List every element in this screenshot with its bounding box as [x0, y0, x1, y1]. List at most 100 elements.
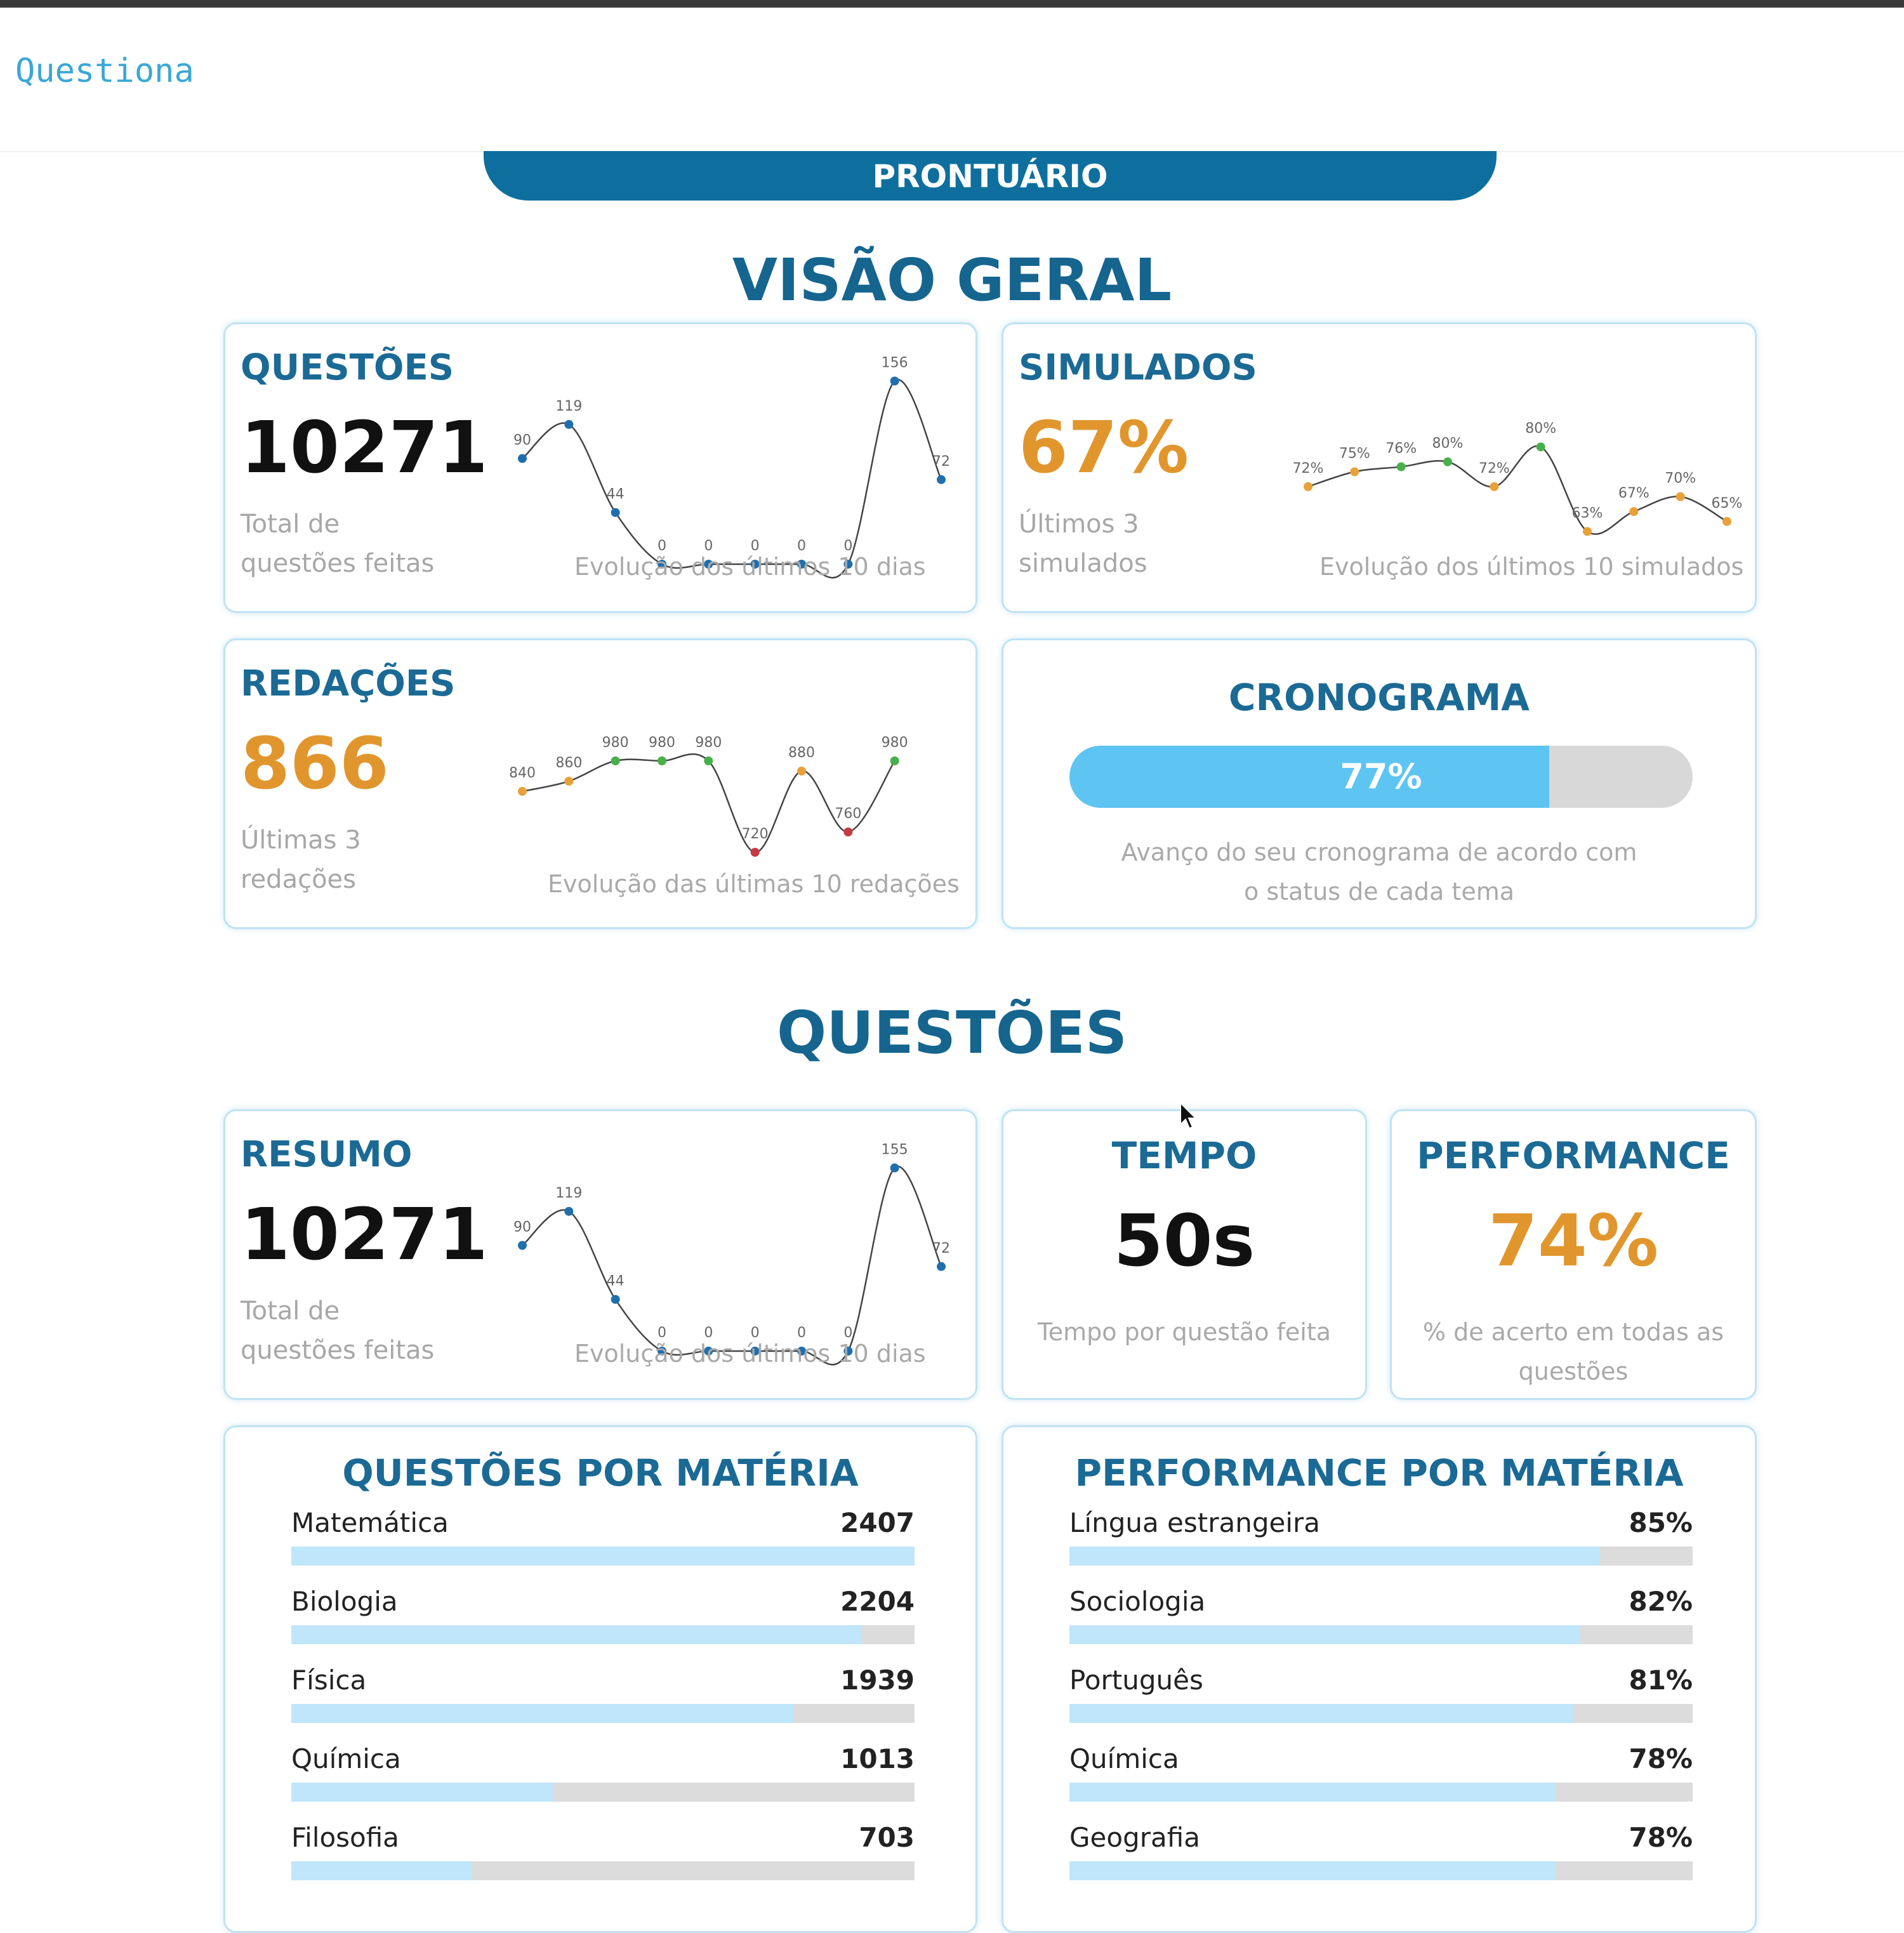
card-subtitle-line2: simulados [1019, 549, 1147, 578]
data-point [704, 756, 713, 765]
card-subtitle-line1: Avanço do seu cronograma de acordo com [1121, 838, 1637, 866]
data-label: 76% [1385, 441, 1417, 457]
data-point [518, 1241, 527, 1250]
redacoes-score: 866 [241, 723, 389, 805]
subject-bar-fill [1069, 1704, 1575, 1723]
subject-row: Geografia 78% [1069, 1822, 1693, 1883]
data-label: 0 [658, 1325, 666, 1341]
data-label: 880 [788, 745, 815, 761]
subject-name: Português [1069, 1665, 1203, 1696]
chart-caption: Evolução dos últimos 10 simulados [1319, 553, 1744, 581]
data-point [518, 787, 527, 796]
chart-caption: Evolução dos últimos 10 dias [574, 553, 926, 581]
subject-value: 1013 [840, 1743, 915, 1774]
resumo-sparkline: 90 119 44 0 0 0 0 0 155 72 [513, 1142, 950, 1366]
subject-bar-track [291, 1625, 915, 1644]
data-label: 980 [695, 735, 722, 751]
chart-caption: Evolução dos últimos 10 dias [574, 1340, 926, 1368]
data-point [611, 756, 620, 765]
subject-bar-fill [1069, 1625, 1581, 1644]
data-label: 980 [602, 735, 629, 751]
data-label: 80% [1432, 436, 1464, 452]
data-point [797, 767, 806, 775]
data-point [1583, 527, 1592, 536]
subject-row: Português 81% [1069, 1665, 1693, 1725]
data-label: 155 [882, 1142, 908, 1158]
subject-bar-fill [291, 1783, 553, 1802]
cronograma-card: CRONOGRAMA 77% Avanço do seu cronograma … [1002, 638, 1757, 929]
card-title: QUESTÕES POR MATÉRIA [342, 1451, 859, 1494]
subject-bar-fill [1069, 1547, 1599, 1566]
card-title: TEMPO [1111, 1134, 1257, 1177]
data-point [890, 376, 899, 386]
data-label: 720 [742, 826, 769, 842]
subject-name: Geografia [1069, 1822, 1200, 1853]
subject-value: 2204 [840, 1586, 915, 1617]
subject-bar-track [291, 1547, 915, 1566]
subject-bar-fill [291, 1547, 915, 1566]
data-point [1490, 482, 1499, 491]
subject-bar-fill [291, 1625, 862, 1644]
data-point [1629, 507, 1639, 517]
card-subtitle-line2: questões feitas [241, 1336, 435, 1365]
data-label: 70% [1665, 471, 1696, 487]
subject-name: Física [291, 1665, 367, 1696]
card-subtitle-line2: redações [241, 865, 356, 894]
subject-bar-track [1069, 1625, 1693, 1644]
resumo-total: 10271 [241, 1194, 488, 1276]
subject-bar-track [1069, 1547, 1693, 1566]
subject-row: Biologia 2204 [291, 1586, 915, 1647]
card-subtitle-line2: questões feitas [241, 549, 435, 578]
data-label: 75% [1339, 445, 1370, 461]
card-subtitle-line1: % de acerto em todas as [1422, 1318, 1724, 1346]
card-title: PERFORMANCE [1417, 1134, 1730, 1177]
card-subtitle-line1: Últimos 3 [1019, 510, 1139, 539]
data-label: 760 [835, 806, 861, 822]
data-point [890, 1163, 899, 1173]
data-label: 72 [932, 1241, 950, 1257]
data-label: 90 [513, 433, 531, 449]
card-title: RESUMO [241, 1134, 413, 1175]
questoes-card: QUESTÕES 10271 Total de questões feitas … [223, 322, 977, 613]
data-label: 840 [509, 765, 536, 781]
subject-value: 1939 [840, 1665, 915, 1696]
subject-value: 78% [1629, 1822, 1693, 1853]
resumo-card: RESUMO 10271 Total de questões feitas 90… [223, 1109, 977, 1400]
subject-row: Filosofia 703 [291, 1822, 915, 1883]
data-point [564, 419, 574, 429]
tempo-card: TEMPO 50s Tempo por questão feita [1002, 1109, 1367, 1400]
brand-logo[interactable]: Questiona [15, 52, 194, 90]
subject-bar-track [291, 1704, 915, 1723]
data-point [658, 756, 666, 765]
subject-name: Química [291, 1743, 401, 1774]
data-point [890, 756, 899, 765]
data-label: 860 [555, 755, 582, 771]
subject-row: Matemática 2407 [291, 1507, 915, 1568]
data-label: 72% [1479, 461, 1510, 477]
data-point [1722, 517, 1731, 526]
data-point [564, 1206, 574, 1216]
card-subtitle-line2: o status de cada tema [1244, 878, 1514, 906]
progress-label: 77% [1340, 756, 1422, 796]
series-line [1307, 445, 1728, 535]
subject-name: Língua estrangeira [1069, 1507, 1321, 1538]
questoes-sparkline: 90 119 44 0 0 0 0 0 156 72 [513, 355, 950, 579]
data-point [1396, 462, 1406, 472]
data-point [518, 454, 527, 463]
mouse-cursor-icon [1180, 1102, 1198, 1130]
data-point [937, 1262, 946, 1271]
chart-caption: Evolução das últimas 10 redações [548, 870, 960, 898]
data-label: 0 [704, 1325, 713, 1341]
data-label: 80% [1525, 421, 1556, 437]
data-label: 65% [1712, 496, 1743, 511]
simulados-score: 67% [1019, 407, 1189, 489]
simulados-card: SIMULADOS 67% Últimos 3 simulados 72% 75%… [1002, 322, 1757, 613]
data-point [1304, 482, 1312, 491]
subject-value: 82% [1629, 1586, 1693, 1617]
subject-row: Língua estrangeira 85% [1069, 1507, 1693, 1568]
card-title: SIMULADOS [1019, 347, 1257, 388]
data-point [1676, 492, 1685, 501]
data-point [937, 475, 946, 484]
data-label: 0 [751, 538, 760, 554]
series-line [522, 1165, 942, 1366]
